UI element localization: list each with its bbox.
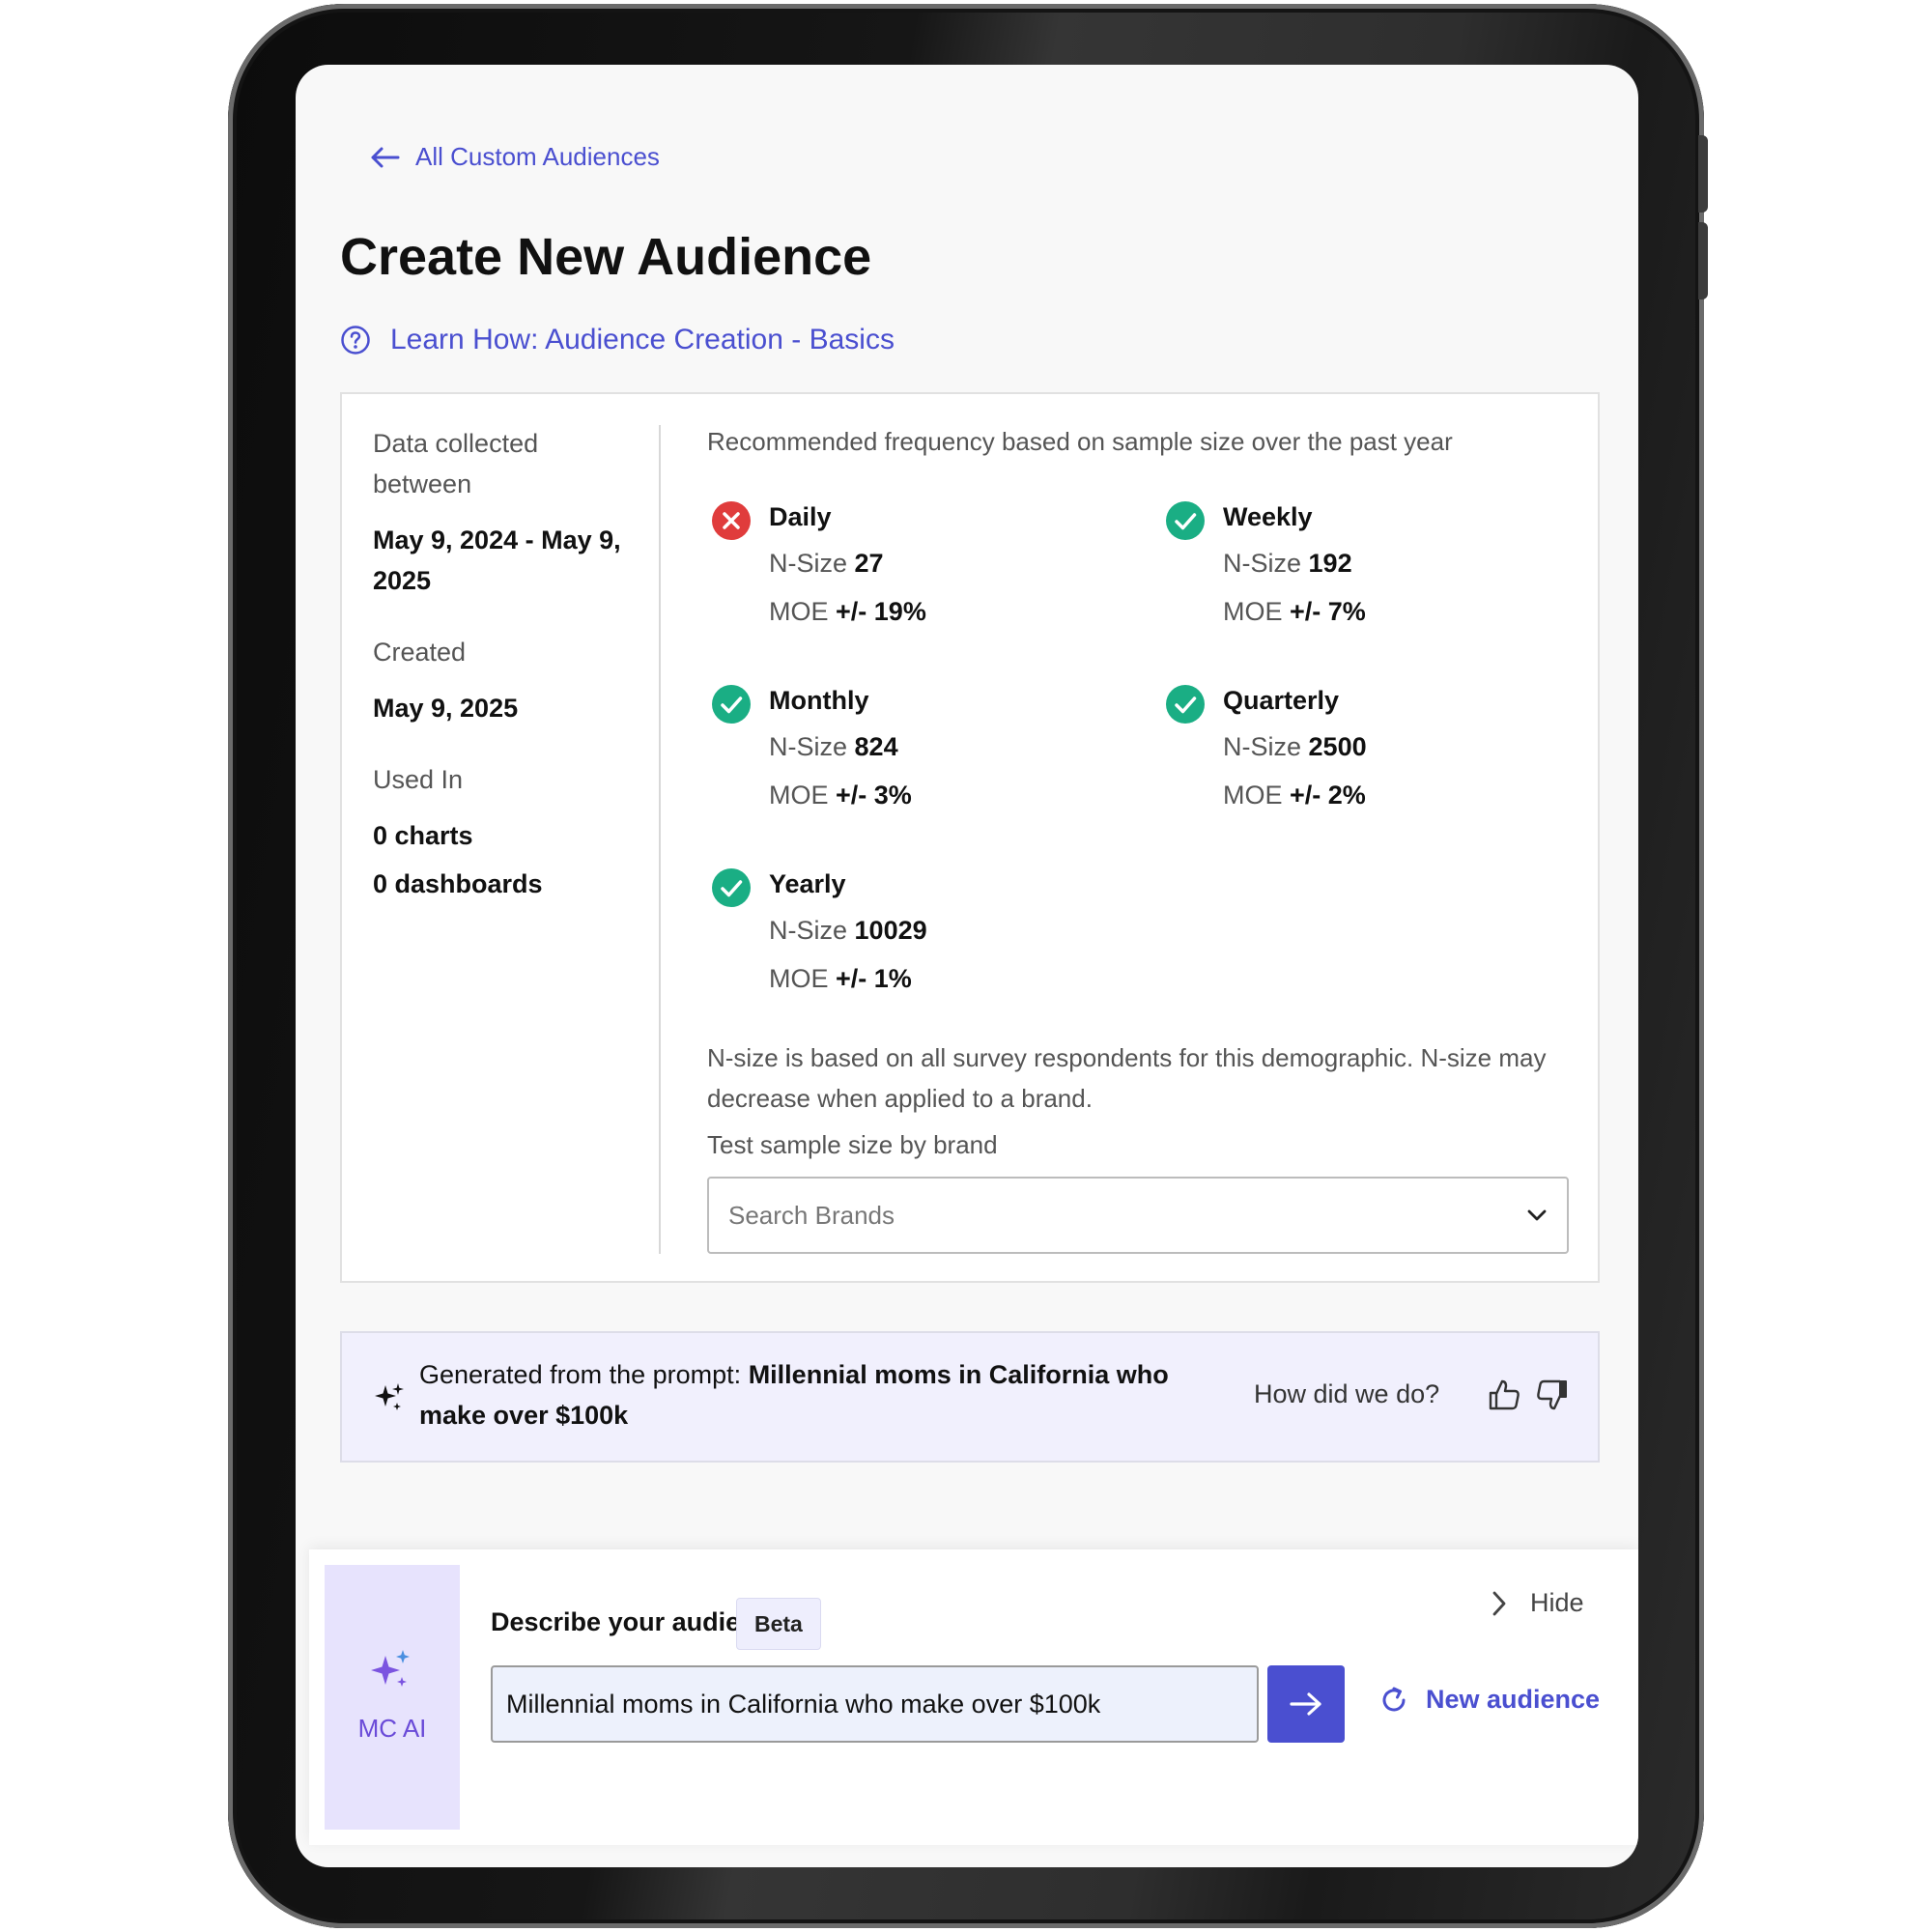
n-size-value: 10029: [854, 916, 927, 945]
frequency-name: Daily: [769, 502, 832, 531]
check-circle-icon: [712, 868, 751, 907]
check-circle-icon: [1166, 685, 1205, 724]
thumbs-down-icon[interactable]: [1534, 1378, 1569, 1412]
frequency-daily: Daily N-Size 27 MOE +/- 19%: [711, 497, 1097, 641]
prompt-prefix: Generated from the prompt:: [419, 1360, 742, 1389]
submit-prompt-button[interactable]: [1267, 1665, 1345, 1743]
page-title: Create New Audience: [340, 228, 872, 286]
check-circle-icon: [1166, 501, 1205, 540]
new-audience-label: New audience: [1426, 1685, 1601, 1714]
hide-label: Hide: [1530, 1588, 1584, 1617]
beta-badge: Beta: [736, 1598, 821, 1650]
n-size-value: 192: [1308, 549, 1352, 578]
frequency-quarterly: Quarterly N-Size 2500 MOE +/- 2%: [1165, 680, 1551, 825]
new-audience-button[interactable]: New audience: [1379, 1685, 1600, 1715]
help-circle-icon: [341, 326, 370, 355]
feedback-label: How did we do?: [1254, 1379, 1440, 1408]
n-size-value: 27: [854, 549, 884, 578]
chevron-right-icon: [1492, 1591, 1506, 1615]
moe-label: MOE: [1223, 597, 1283, 626]
frequency-yearly: Yearly N-Size 10029 MOE +/- 1%: [711, 864, 1097, 1009]
audience-details-card: Data collected between May 9, 2024 - May…: [340, 392, 1600, 1283]
data-collected-label: Data collected between: [373, 429, 539, 498]
search-brands-select[interactable]: Search Brands: [707, 1177, 1569, 1254]
test-sample-label: Test sample size by brand: [707, 1130, 998, 1159]
check-circle-icon: [712, 685, 751, 724]
prompt-description: Generated from the prompt: Millennial mo…: [419, 1354, 1211, 1435]
frequency-name: Weekly: [1223, 502, 1313, 531]
hide-panel-button[interactable]: Hide: [1492, 1588, 1584, 1618]
column-divider: [659, 425, 661, 1254]
created-value: May 9, 2025: [373, 694, 519, 723]
frequency-name: Yearly: [769, 869, 846, 898]
n-size-value: 824: [854, 732, 898, 761]
n-size-label: N-Size: [769, 916, 848, 945]
arrow-left-icon: [371, 147, 400, 167]
n-size-label: N-Size: [1223, 549, 1302, 578]
chevron-down-icon: [1527, 1209, 1547, 1221]
moe-label: MOE: [769, 781, 829, 810]
moe-value: +/- 1%: [836, 964, 912, 993]
n-size-label: N-Size: [769, 732, 848, 761]
sparkle-icon: [375, 1383, 404, 1410]
error-circle-icon: [712, 501, 751, 540]
used-in-dashboards: 0 dashboards: [373, 869, 543, 898]
used-in-charts: 0 charts: [373, 821, 473, 850]
audience-prompt-input[interactable]: [491, 1665, 1259, 1743]
n-size-label: N-Size: [769, 549, 848, 578]
data-collected-value: May 9, 2024 - May 9, 2025: [373, 526, 621, 595]
generated-prompt-banner: Generated from the prompt: Millennial mo…: [340, 1331, 1600, 1463]
learn-how-link[interactable]: Learn How: Audience Creation - Basics: [340, 324, 895, 356]
app-screen: All Custom Audiences Create New Audience…: [296, 65, 1638, 1867]
mc-ai-badge: MC AI: [325, 1565, 460, 1830]
moe-label: MOE: [769, 597, 829, 626]
ai-sparkle-icon: [371, 1650, 410, 1687]
mc-ai-label: MC AI: [357, 1714, 427, 1743]
tablet-side-button: [1698, 135, 1708, 213]
used-in-label: Used In: [373, 765, 464, 794]
arrow-right-icon: [1290, 1692, 1321, 1716]
recommendation-title: Recommended frequency based on sample si…: [707, 427, 1453, 456]
moe-value: +/- 19%: [836, 597, 926, 626]
frequency-name: Quarterly: [1223, 686, 1340, 715]
n-size-value: 2500: [1308, 732, 1367, 761]
n-size-label: N-Size: [1223, 732, 1302, 761]
back-link[interactable]: All Custom Audiences: [369, 142, 660, 172]
ai-assistant-panel: MC AI Describe your audience Beta Hide N…: [309, 1549, 1638, 1845]
tablet-side-button: [1698, 222, 1708, 299]
moe-label: MOE: [769, 964, 829, 993]
frequency-weekly: Weekly N-Size 192 MOE +/- 7%: [1165, 497, 1551, 641]
moe-value: +/- 2%: [1290, 781, 1366, 810]
created-label: Created: [373, 638, 467, 667]
thumbs-up-icon[interactable]: [1488, 1378, 1522, 1412]
frequency-monthly: Monthly N-Size 824 MOE +/- 3%: [711, 680, 1097, 825]
refresh-icon: [1382, 1687, 1406, 1711]
moe-value: +/- 7%: [1290, 597, 1366, 626]
search-brands-placeholder: Search Brands: [728, 1200, 895, 1230]
back-link-label: All Custom Audiences: [415, 142, 660, 171]
frequency-name: Monthly: [769, 686, 869, 715]
moe-value: +/- 3%: [836, 781, 912, 810]
moe-label: MOE: [1223, 781, 1283, 810]
n-size-note: N-size is based on all survey respondent…: [707, 1043, 1547, 1113]
learn-how-label: Learn How: Audience Creation - Basics: [390, 324, 895, 355]
